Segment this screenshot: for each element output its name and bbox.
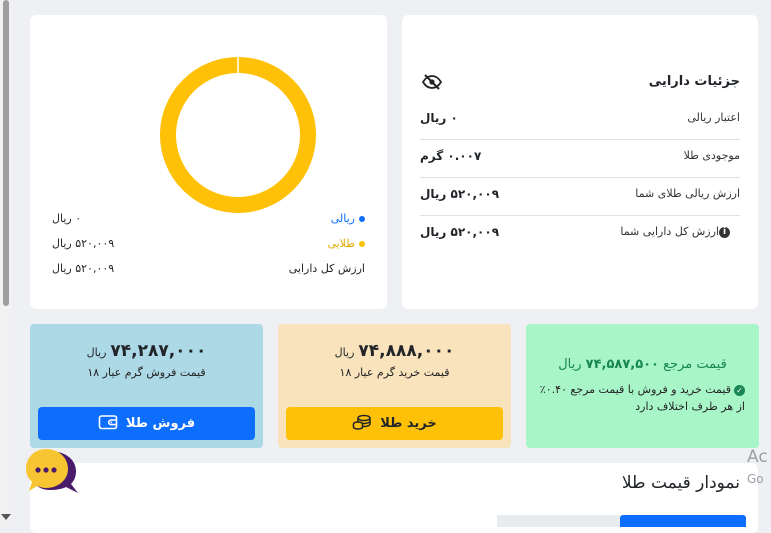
asset-details-title: جزئیات دارایی: [648, 74, 740, 89]
wallet-icon: [98, 414, 118, 434]
detail-value: ۵۲۰,۰۰۹ ریال: [420, 187, 500, 201]
legend-label-rial: ریالی: [330, 212, 355, 225]
donut-slice-1: [160, 57, 316, 213]
eye-slash-icon[interactable]: [421, 74, 443, 94]
sell-price-card: ۷۴,۲۸۷,۰۰۰ریال قیمت فروش گرم عیار ۱۸ فرو…: [30, 324, 263, 448]
total-assets-label: ارزش کل دارایی شما: [620, 225, 719, 238]
info-icon[interactable]: i: [719, 226, 730, 238]
total-assets-value: ۵۲۰,۰۰۹ ریال: [52, 262, 115, 275]
legend-gold: طلایی: [327, 237, 365, 250]
chat-bubble-icon: [26, 449, 78, 493]
reference-price-currency: ریال: [558, 357, 582, 372]
reference-price-prefix: قیمت مرجع: [663, 357, 727, 372]
reference-note-text: قیمت خرید و فروش با قیمت مرجع ۰.۴۰٪ از ه…: [539, 383, 745, 413]
activation-watermark: Ac: [747, 447, 768, 467]
detail-label: ارزش کل دارایی شما i: [620, 225, 740, 238]
detail-label: اعتبار ریالی: [687, 111, 740, 124]
legend-value-gold: ۵۲۰,۰۰۹ ریال: [52, 237, 115, 250]
asset-details-card: جزئیات دارایی اعتبار ریالی ۰ ریال موجودی…: [402, 15, 758, 309]
legend-rial: ریالی: [331, 212, 365, 225]
sell-gold-label: فروش طلا: [125, 416, 196, 431]
buy-gold-label: خرید طلا: [380, 416, 437, 431]
chart-range-tab-active[interactable]: [620, 515, 746, 527]
buy-price: ۷۴,۸۸۸,۰۰۰ریال: [278, 341, 511, 361]
buy-price-card: ۷۴,۸۸۸,۰۰۰ریال قیمت خرید گرم عیار ۱۸ خری…: [278, 324, 511, 448]
check-circle-icon: ✓: [734, 384, 745, 396]
legend-dot-gold: [359, 241, 365, 247]
detail-row-gold-balance: موجودی طلا ۰.۰۰۷ گرم: [420, 139, 740, 178]
reference-price-value: ۷۴,۵۸۷,۵۰۰: [585, 357, 659, 372]
vertical-scrollbar[interactable]: [0, 0, 12, 525]
detail-label: ارزش ریالی طلای شما: [635, 187, 740, 200]
portfolio-donut-chart: [160, 57, 316, 213]
scroll-down-arrow-icon[interactable]: [1, 514, 11, 520]
detail-row-rial-credit: اعتبار ریالی ۰ ریال: [420, 101, 740, 140]
reference-price-note: ✓قیمت خرید و فروش با قیمت مرجع ۰.۴۰٪ از …: [536, 381, 745, 415]
activation-watermark-sub: Go: [747, 472, 764, 486]
sell-gold-button[interactable]: فروش طلا: [38, 407, 255, 440]
reference-price-card: قیمت مرجع ۷۴,۵۸۷,۵۰۰ ریال ✓قیمت خرید و ف…: [526, 324, 759, 448]
asset-details-header: جزئیات دارایی: [420, 70, 740, 98]
chat-widget-button[interactable]: [26, 447, 82, 497]
detail-value: ۰.۰۰۷ گرم: [420, 149, 482, 163]
buy-price-value: ۷۴,۸۸۸,۰۰۰: [358, 341, 455, 361]
coins-icon: [352, 414, 372, 434]
detail-value: ۵۲۰,۰۰۹ ریال: [420, 225, 500, 239]
buy-price-label: قیمت خرید گرم عیار ۱۸: [339, 366, 450, 379]
total-assets-label: ارزش کل دارایی: [288, 262, 365, 275]
scrollbar-thumb[interactable]: [3, 0, 9, 306]
sell-price: ۷۴,۲۸۷,۰۰۰ریال: [30, 341, 263, 361]
gold-price-chart-title: نمودار قیمت طلا: [621, 473, 740, 493]
legend-dot-rial: [359, 216, 365, 222]
legend-label-gold: طلایی: [327, 237, 355, 250]
buy-gold-button[interactable]: خرید طلا: [286, 407, 503, 440]
detail-value: ۰ ریال: [420, 111, 458, 125]
sell-price-label: قیمت فروش گرم عیار ۱۸: [87, 366, 206, 379]
portfolio-chart-card: ریالی ۰ ریال طلایی ۵۲۰,۰۰۹ ریال ارزش کل …: [30, 15, 387, 309]
detail-label: موجودی طلا: [683, 149, 740, 162]
detail-row-total-assets: ارزش کل دارایی شما i ۵۲۰,۰۰۹ ریال: [420, 215, 740, 253]
legend-value-rial: ۰ ریال: [52, 212, 82, 225]
sell-price-value: ۷۴,۲۸۷,۰۰۰: [110, 341, 207, 361]
detail-row-gold-value: ارزش ریالی طلای شما ۵۲۰,۰۰۹ ریال: [420, 177, 740, 216]
reference-price-title: قیمت مرجع ۷۴,۵۸۷,۵۰۰ ریال: [526, 357, 759, 372]
sell-price-currency: ریال: [86, 346, 107, 359]
buy-price-currency: ریال: [334, 346, 355, 359]
chart-range-tab[interactable]: [497, 515, 620, 527]
